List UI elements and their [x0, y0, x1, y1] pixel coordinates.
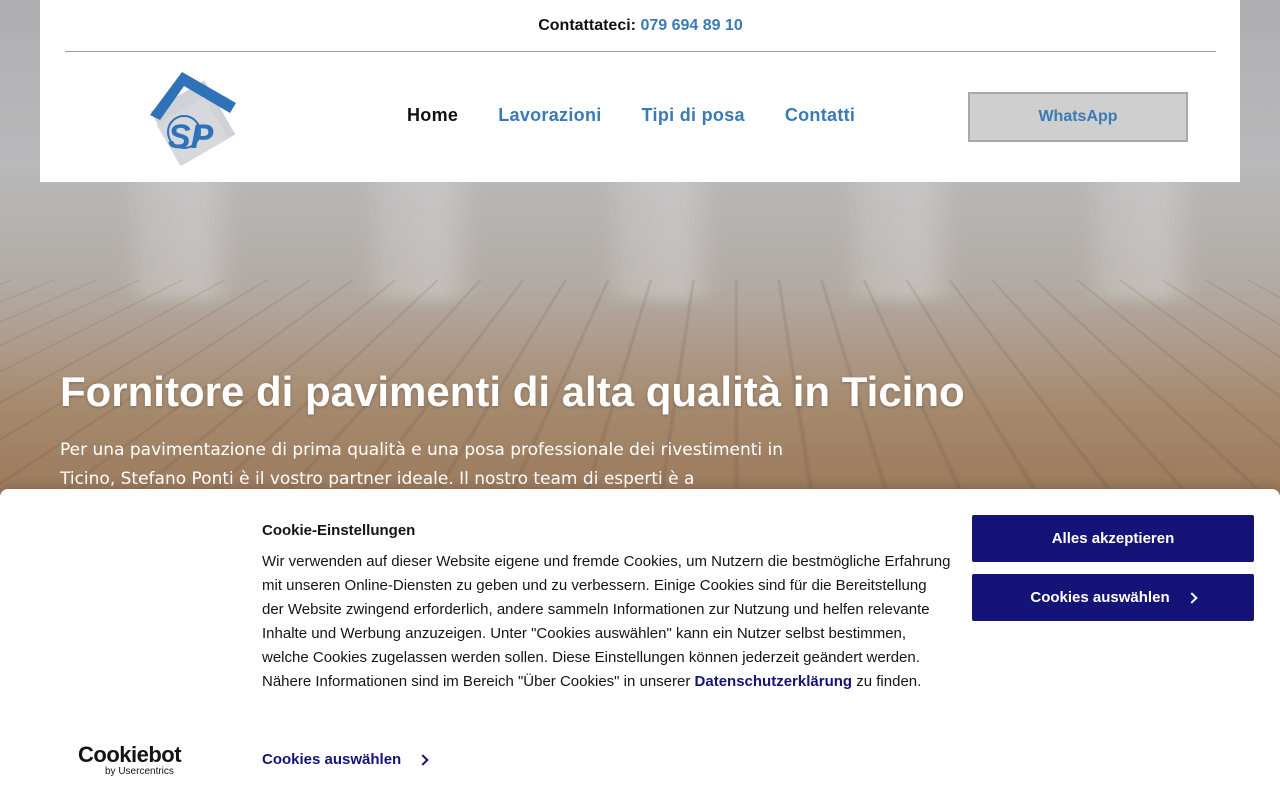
hero-title: Fornitore di pavimenti di alta qualità i…: [60, 368, 965, 415]
privacy-policy-link[interactable]: Datenschutzerklärung: [695, 673, 853, 690]
accept-all-label: Alles akzeptieren: [1051, 530, 1175, 547]
cookie-title: Cookie-Einstellungen: [262, 522, 416, 539]
whatsapp-button[interactable]: WhatsApp: [968, 92, 1188, 142]
cookie-text-after-link: zu finden.: [852, 673, 922, 690]
accept-all-button[interactable]: Alles akzeptieren: [972, 515, 1254, 562]
cookiebot-brand-sub: by Usercentrics: [105, 766, 174, 777]
cookiebot-logo: Cookiebot by Usercentrics: [78, 744, 188, 780]
site-header: Contattateci: 079 694 89 10 SP Home Lavo…: [40, 0, 1240, 182]
contact-label: Contattateci:: [538, 17, 636, 34]
select-cookies-link[interactable]: Cookies auswählen: [262, 751, 429, 768]
select-cookies-button[interactable]: Cookies auswählen: [972, 574, 1254, 621]
site-logo[interactable]: SP: [140, 70, 240, 180]
cookie-banner: Cookiebot by Usercentrics Cookie-Einstel…: [0, 489, 1280, 800]
svg-text:SP: SP: [168, 118, 214, 156]
cookie-description: Wir verwenden auf dieser Website eigene …: [262, 550, 952, 694]
hero-text: Per una pavimentazione di prima qualità …: [60, 440, 784, 489]
main-nav: Home Lavorazioni Tipi di posa Contatti: [407, 105, 855, 129]
nav-item-home[interactable]: Home: [407, 105, 458, 129]
contact-phone-link[interactable]: 079 694 89 10: [640, 17, 742, 34]
cookie-text-before-link: Wir verwenden auf dieser Website eigene …: [262, 553, 951, 690]
nav-item-lavorazioni[interactable]: Lavorazioni: [498, 105, 601, 129]
contact-bar: Contattateci: 079 694 89 10: [65, 0, 1216, 52]
select-cookies-label: Cookies auswählen: [1030, 589, 1170, 606]
cookiebot-brand: Cookiebot: [78, 742, 182, 767]
nav-item-contatti[interactable]: Contatti: [785, 105, 855, 129]
logo-icon: SP: [150, 72, 236, 167]
select-cookies-link-label: Cookies auswählen: [262, 751, 402, 768]
chevron-right-icon: [417, 753, 429, 766]
nav-item-tipi-di-posa[interactable]: Tipi di posa: [642, 105, 745, 129]
chevron-right-icon: [1185, 591, 1198, 604]
